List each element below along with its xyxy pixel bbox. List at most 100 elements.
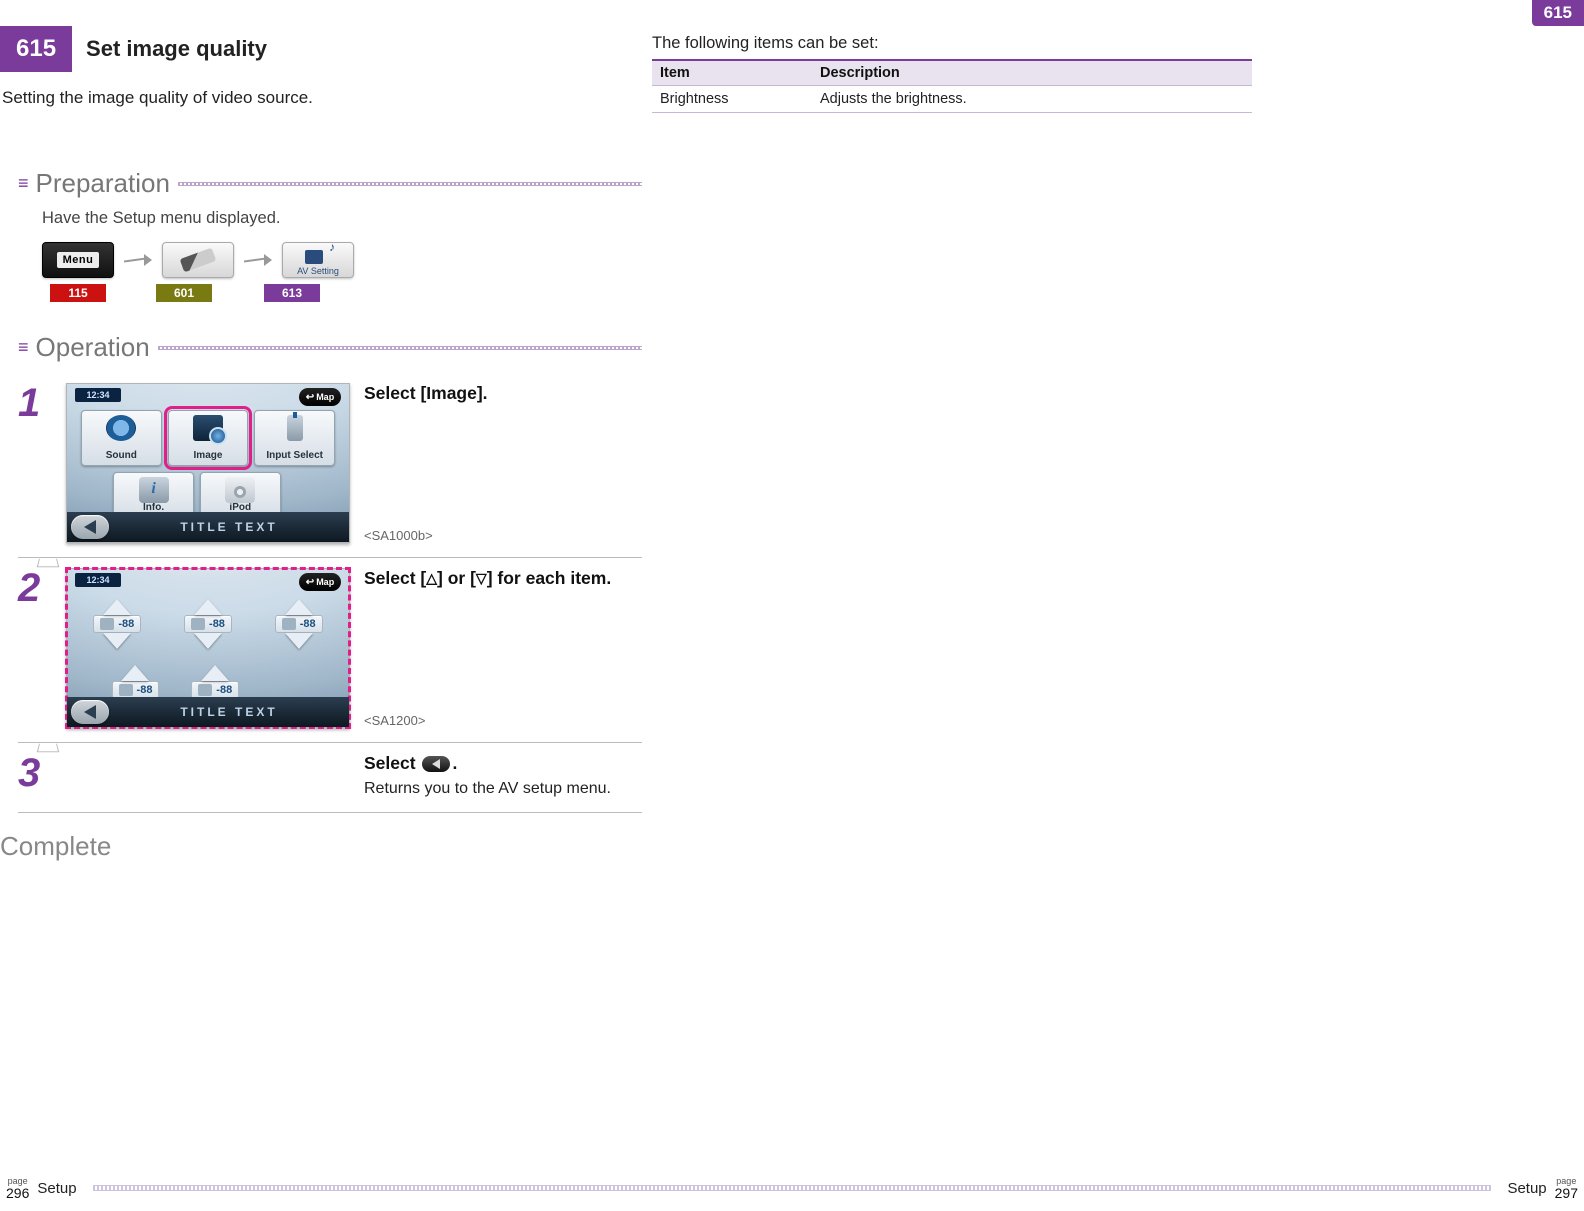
- th-item: Item: [652, 60, 812, 86]
- left-page: 615 Set image quality Setting the image …: [0, 20, 642, 862]
- speaker-icon: [106, 415, 136, 441]
- value-text: -88: [209, 618, 225, 630]
- page-footer: page 296 Setup Setup page 297: [0, 1175, 1584, 1201]
- ref-badge-115: 115: [50, 284, 106, 302]
- page-number-right: page 297: [1555, 1177, 1578, 1200]
- wrench-icon: [180, 248, 217, 273]
- operation-heading-row: ≡ Operation: [18, 332, 642, 363]
- triangle-up-icon: [194, 599, 222, 615]
- text: ] or [: [437, 568, 476, 588]
- ref-badge-601: 601: [156, 284, 212, 302]
- step-2-screenshot: 12:34 Map -88 -88 -88: [66, 568, 350, 728]
- menu-button-label: Menu: [57, 252, 100, 268]
- step-2-code: <SA1200>: [364, 713, 425, 728]
- page-title-row: 615 Set image quality: [0, 26, 642, 72]
- step-1-body: Select [Image]. <SA1000b>: [364, 383, 642, 543]
- table-header-row: Item Description: [652, 60, 1252, 86]
- tile-image-highlighted: Image: [168, 410, 249, 466]
- triangle-up-glyph: △: [426, 570, 437, 586]
- ref-badge-613: 613: [264, 284, 320, 302]
- control-value: -88: [275, 615, 323, 633]
- footer-right: Setup page 297: [1507, 1177, 1578, 1200]
- preparation-body: Have the Setup menu displayed. Menu AV S…: [42, 209, 642, 302]
- step-3-instruction: Select .: [364, 753, 642, 774]
- image-adjust-controls: -88 -88 -88: [81, 599, 335, 689]
- section-marker-icon: ≡: [18, 342, 28, 353]
- step-3-sub: Returns you to the AV setup menu.: [364, 780, 642, 798]
- operation-steps: 1 12:34 Map Sound Image Input Select Inf…: [18, 373, 642, 813]
- black-level-control: -88: [262, 599, 335, 649]
- arrow-icon: [244, 253, 272, 267]
- screenshot-map-button: Map: [299, 573, 341, 591]
- ipod-icon: [225, 477, 255, 503]
- text: Select [: [364, 568, 426, 588]
- contrast-control: -88: [172, 599, 245, 649]
- triangle-up-icon: [201, 665, 229, 681]
- page-title: Set image quality: [72, 26, 267, 72]
- preparation-heading: Preparation: [36, 168, 170, 199]
- step-1-screenshot: 12:34 Map Sound Image Input Select Info.…: [66, 383, 350, 543]
- text: .: [452, 753, 457, 773]
- back-button-icon: [71, 700, 109, 724]
- title-badge: 615: [0, 26, 72, 72]
- value-text: -88: [216, 684, 232, 696]
- control-value: -88: [93, 615, 141, 633]
- step-3: 3 Select . Returns you to the AV setup m…: [18, 743, 642, 813]
- page-num: 297: [1555, 1186, 1578, 1200]
- settings-table: Item Description Brightness Adjusts the …: [652, 59, 1252, 113]
- cell-item: Brightness: [652, 86, 812, 113]
- triangle-down-icon: [285, 633, 313, 649]
- screenshot-title-text: TITLE TEXT: [109, 705, 349, 719]
- heading-rule: [178, 182, 642, 186]
- contrast-icon: [191, 618, 205, 630]
- back-button-icon: [71, 515, 109, 539]
- step-number: 3: [18, 753, 52, 798]
- screenshot-bottom-bar: TITLE TEXT: [67, 697, 349, 727]
- triangle-down-icon: [194, 633, 222, 649]
- preparation-heading-row: ≡ Preparation: [18, 168, 642, 199]
- plug-icon: [287, 415, 303, 441]
- menu-button-chip: Menu: [42, 242, 114, 278]
- monitor-icon: [193, 415, 223, 441]
- back-button-icon: [422, 756, 450, 772]
- control-value: -88: [184, 615, 232, 633]
- step-2-body: Select [△] or [▽] for each item. <SA1200…: [364, 568, 642, 728]
- triangle-down-glyph: ▽: [476, 570, 487, 586]
- step-1: 1 12:34 Map Sound Image Input Select Inf…: [18, 373, 642, 558]
- step-2: 2 12:34 Map -88 -88: [18, 558, 642, 743]
- complete-label: Complete: [0, 831, 642, 862]
- intro-text: Setting the image quality of video sourc…: [2, 88, 642, 108]
- screenshot-clock: 12:34: [75, 388, 121, 402]
- av-setting-label: AV Setting: [297, 266, 339, 276]
- section-marker-icon: ≡: [18, 178, 28, 189]
- black-level-icon: [282, 618, 296, 630]
- heading-rule: [158, 346, 642, 350]
- info-icon: [139, 477, 169, 503]
- step-number: 2: [18, 568, 52, 728]
- screenshot-clock: 12:34: [75, 573, 121, 587]
- value-text: -88: [118, 618, 134, 630]
- text: .: [483, 383, 488, 403]
- right-intro: The following items can be set:: [652, 34, 1252, 53]
- value-text: -88: [137, 684, 153, 696]
- tool-chip: [162, 242, 234, 278]
- footer-left: page 296 Setup: [6, 1177, 77, 1200]
- th-description: Description: [812, 60, 1252, 86]
- tile-label: Image: [194, 450, 223, 461]
- operation-heading: Operation: [36, 332, 150, 363]
- text: Select: [364, 383, 420, 403]
- av-setting-tiles: Sound Image Input Select Info. iPod: [81, 410, 335, 508]
- tile-label: Sound: [106, 450, 137, 461]
- step-1-instruction: Select [Image].: [364, 383, 642, 404]
- triangle-up-icon: [285, 599, 313, 615]
- arrow-icon: [124, 253, 152, 267]
- footer-section: Setup: [37, 1180, 76, 1197]
- screenshot-map-button: Map: [299, 388, 341, 406]
- brightness-icon: [100, 618, 114, 630]
- step-2-instruction: Select [△] or [▽] for each item.: [364, 568, 642, 589]
- screenshot-bottom-bar: TITLE TEXT: [67, 512, 349, 542]
- step-number: 1: [18, 383, 52, 543]
- table-row: Brightness Adjusts the brightness.: [652, 86, 1252, 113]
- preparation-icons-row: Menu AV Setting: [42, 242, 642, 278]
- tile-sound: Sound: [81, 410, 162, 466]
